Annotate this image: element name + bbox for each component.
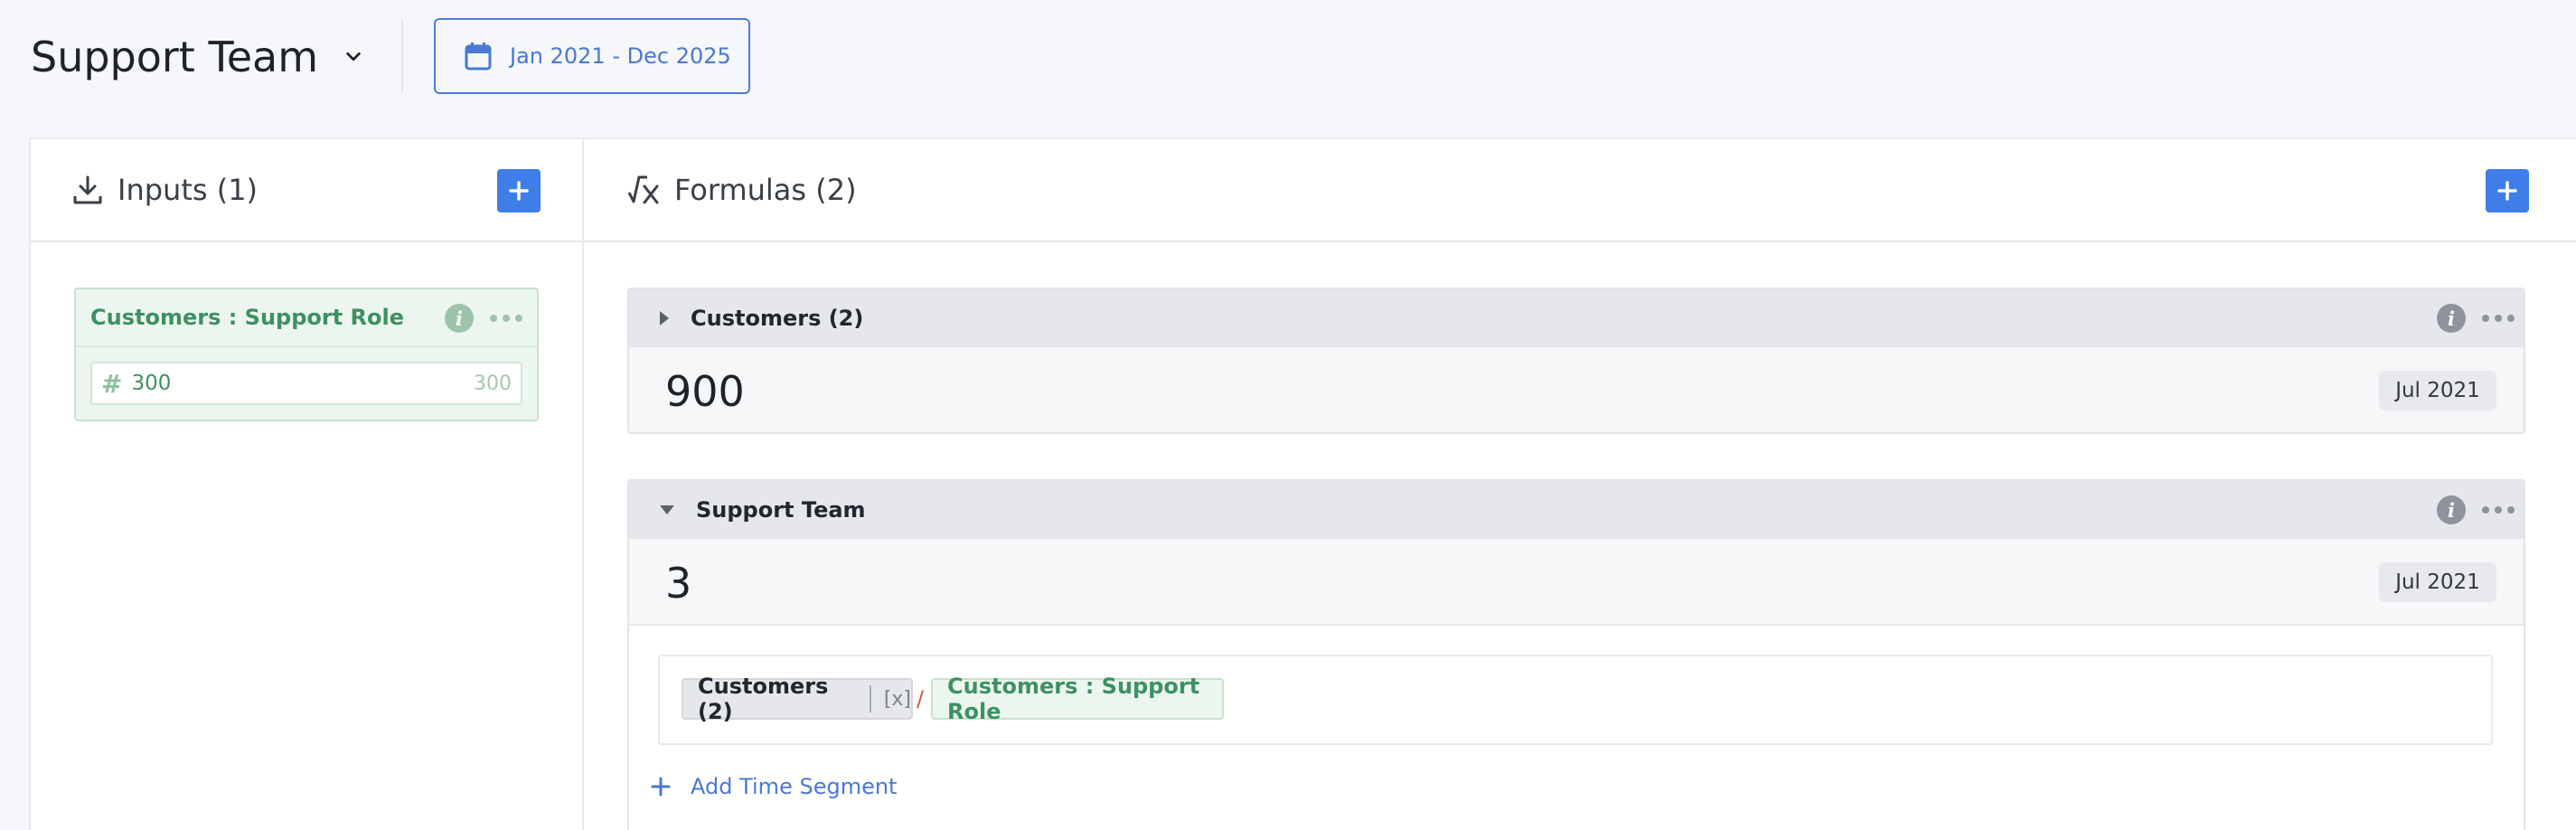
inputs-header: Inputs (1) bbox=[31, 139, 582, 242]
caret-right-icon[interactable] bbox=[658, 309, 671, 327]
date-range-button[interactable]: Jan 2021 - Dec 2025 bbox=[434, 18, 750, 94]
more-options-icon[interactable] bbox=[490, 315, 522, 322]
team-selector[interactable]: Support Team bbox=[31, 33, 363, 81]
formula-name: Support Team bbox=[696, 497, 866, 523]
formula-editor: Customers (2) [x] / Customers : Support … bbox=[629, 624, 2524, 830]
date-range-label: Jan 2021 - Dec 2025 bbox=[510, 43, 731, 69]
add-time-segment-label: Add Time Segment bbox=[691, 774, 898, 799]
info-icon[interactable]: i bbox=[445, 304, 474, 333]
formula-card-header[interactable]: Support Team i bbox=[629, 481, 2524, 539]
formulas-title: Formulas (2) bbox=[674, 173, 857, 207]
model-workspace: Inputs (1) Customers : Support Role i # … bbox=[29, 137, 2576, 830]
formula-expression-input[interactable]: Customers (2) [x] / Customers : Support … bbox=[658, 655, 2493, 745]
header-divider bbox=[401, 20, 403, 92]
add-input-button[interactable] bbox=[497, 169, 541, 212]
formula-card-header[interactable]: Customers (2) i bbox=[629, 289, 2524, 347]
formula-date-badge[interactable]: Jul 2021 bbox=[2379, 371, 2496, 410]
caret-down-icon[interactable] bbox=[658, 504, 676, 516]
add-formula-button[interactable] bbox=[2486, 169, 2529, 212]
header: Support Team Jan 2021 - Dec 2025 bbox=[0, 0, 2576, 137]
input-card-header: Customers : Support Role i bbox=[76, 289, 537, 347]
download-icon bbox=[73, 175, 102, 204]
formula-name: Customers (2) bbox=[691, 306, 864, 331]
reference-suffix[interactable]: [x] bbox=[884, 688, 911, 711]
input-card[interactable]: Customers : Support Role i # 300 300 bbox=[74, 288, 539, 421]
plus-icon bbox=[2497, 181, 2517, 201]
formula-date-badge[interactable]: Jul 2021 bbox=[2379, 562, 2496, 602]
formula-card[interactable]: Customers (2) i 900 Jul 2021 bbox=[627, 288, 2525, 434]
operator-divide: / bbox=[917, 686, 925, 712]
number-icon: # bbox=[101, 368, 123, 399]
input-reference-token[interactable]: Customers : Support Role bbox=[931, 674, 1224, 724]
info-icon[interactable]: i bbox=[2437, 304, 2466, 333]
reference-label: Customers (2) bbox=[698, 674, 829, 724]
input-value: 300 bbox=[131, 372, 172, 395]
more-options-icon[interactable] bbox=[2482, 315, 2515, 322]
inputs-panel: Inputs (1) Customers : Support Role i # … bbox=[31, 139, 584, 830]
formula-card[interactable]: Support Team i 3 Jul 2021 Customers (2) … bbox=[627, 479, 2525, 830]
formulas-panel: Formulas (2) Customers (2) i 900 Jul 202… bbox=[584, 139, 2576, 830]
add-time-segment-button[interactable]: Add Time Segment bbox=[651, 774, 897, 799]
formulas-header: Formulas (2) bbox=[584, 139, 2576, 242]
more-options-icon[interactable] bbox=[2482, 506, 2515, 514]
plus-icon bbox=[509, 181, 529, 201]
inputs-title: Inputs (1) bbox=[118, 173, 259, 207]
input-name: Customers : Support Role bbox=[90, 305, 405, 330]
formula-value: 3 bbox=[665, 559, 692, 608]
input-value-hint: 300 bbox=[474, 373, 512, 395]
token-divider bbox=[869, 685, 871, 712]
calendar-icon bbox=[465, 42, 492, 71]
chevron-down-icon bbox=[346, 52, 361, 61]
formula-reference-token[interactable]: Customers (2) [x] bbox=[682, 674, 913, 724]
plus-icon bbox=[651, 777, 671, 797]
formula-icon bbox=[627, 175, 659, 204]
formula-value: 900 bbox=[665, 367, 745, 416]
info-icon[interactable]: i bbox=[2437, 495, 2466, 524]
input-value-field[interactable]: # 300 300 bbox=[90, 362, 522, 405]
input-reference-label: Customers : Support Role bbox=[947, 674, 1200, 724]
team-title: Support Team bbox=[31, 33, 319, 81]
